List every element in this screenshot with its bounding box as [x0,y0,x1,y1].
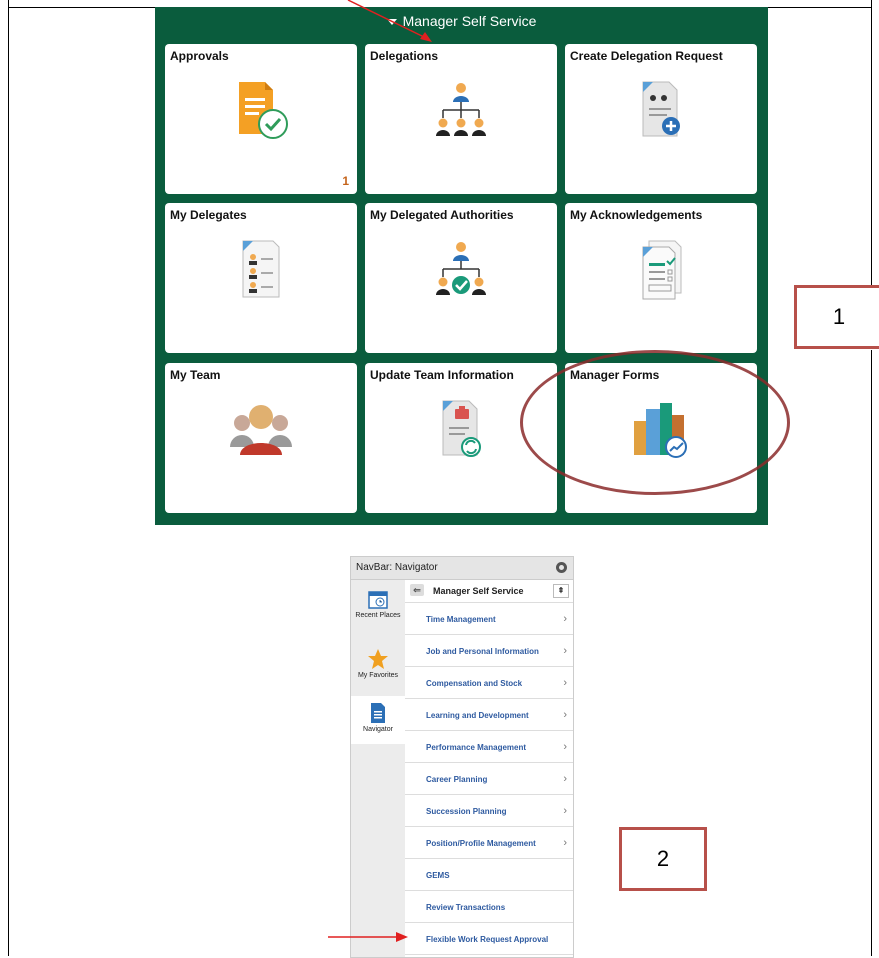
tile-title: My Acknowledgements [570,208,703,222]
menu-item[interactable]: Succession Planning › [405,795,573,827]
calendar-clock-icon [368,591,388,609]
gear-icon[interactable] [556,562,567,573]
sidebar-item-recent-places[interactable]: Recent Places [351,586,405,626]
tile-my-team[interactable]: My Team [165,363,357,513]
team-icon [230,405,292,455]
menu-item[interactable]: GEMS [405,859,573,891]
tile-delegations[interactable]: Delegations [365,44,557,194]
checklist-icon [642,240,682,300]
tile-title: My Delegated Authorities [370,208,514,222]
tile-title: Delegations [370,49,439,63]
arrow-to-flexible-work [328,932,408,942]
approval-document-icon [239,82,288,139]
tile-title: My Team [170,368,221,382]
chevron-right-icon: › [563,709,567,721]
approvals-count-badge: 1 [342,174,349,188]
tile-my-acknowledgements[interactable]: My Acknowledgements [565,203,757,353]
tile-title: Update Team Information [370,368,514,382]
chevron-right-icon: › [563,773,567,785]
tile-approvals[interactable]: Approvals 1 [165,44,357,194]
navbar-header: NavBar: Navigator [351,557,573,580]
callout-step-2: 2 [619,827,707,891]
chevron-right-icon: › [563,741,567,753]
highlight-ellipse [520,350,790,495]
menu-item[interactable]: Job and Personal Information › [405,635,573,667]
callout-step-1: 1 [794,285,879,349]
document-refresh-icon [442,400,481,457]
homepage-title[interactable]: Manager Self Service [155,13,768,29]
menu-item-flexible-work-request-approval[interactable]: Flexible Work Request Approval [405,923,573,955]
chevron-right-icon: › [563,837,567,849]
tile-title: My Delegates [170,208,247,222]
menu-item[interactable]: Learning and Development › [405,699,573,731]
star-icon [368,649,388,669]
chevron-right-icon: › [563,645,567,657]
tile-my-delegated-authorities[interactable]: My Delegated Authorities [365,203,557,353]
frame-left-line [8,0,9,956]
sidebar-item-my-favorites[interactable]: My Favorites [351,646,405,686]
tile-my-delegates[interactable]: My Delegates [165,203,357,353]
people-list-icon [242,240,280,298]
org-chart-icon [436,83,486,136]
chevron-right-icon: › [563,805,567,817]
sidebar-item-navigator[interactable]: Navigator [351,696,405,744]
tile-title: Approvals [170,49,229,63]
frame-right-line [871,0,872,296]
navbar-navigator: NavBar: Navigator Recent Places My Favor… [350,556,574,958]
document-icon [371,703,385,723]
org-chart-check-icon [436,242,486,295]
menu-item[interactable]: Position/Profile Management › [405,827,573,859]
tile-create-delegation-request[interactable]: Create Delegation Request [565,44,757,194]
navbar-sidebar: Recent Places My Favorites Navigator [351,580,405,957]
tile-title: Create Delegation Request [570,49,723,63]
back-arrow-icon[interactable]: ⇐ [410,584,424,596]
menu-item[interactable]: Review Transactions [405,891,573,923]
navbar-breadcrumb: ⇐ Manager Self Service ⇞ [405,580,573,603]
chevron-right-icon: › [563,677,567,689]
frame-right-line-lower [871,350,872,956]
arrow-to-delegations [347,0,432,42]
document-add-icon [642,81,680,137]
menu-item[interactable]: Time Management › [405,603,573,635]
chevron-right-icon: › [563,613,567,625]
menu-item[interactable]: Career Planning › [405,763,573,795]
menu-item[interactable]: Compensation and Stock › [405,667,573,699]
collapse-icon[interactable]: ⇞ [553,584,569,598]
menu-item[interactable]: Performance Management › [405,731,573,763]
